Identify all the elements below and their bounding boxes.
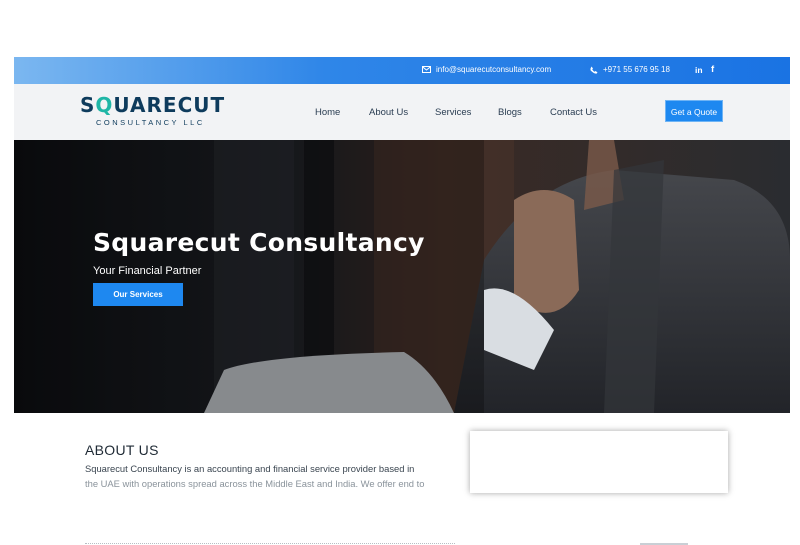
- nav-services[interactable]: Services: [435, 107, 471, 118]
- logo-letters-rest: UARECUT: [113, 93, 226, 117]
- email-link[interactable]: info@squarecutconsultancy.com: [422, 65, 551, 74]
- phone-text: +971 55 676 95 18: [603, 65, 670, 74]
- email-text: info@squarecutconsultancy.com: [436, 65, 552, 74]
- hero-banner: Squarecut Consultancy Your Financial Par…: [14, 140, 790, 413]
- our-services-button[interactable]: Our Services: [93, 283, 183, 306]
- facebook-icon[interactable]: f: [711, 64, 714, 75]
- phone-link[interactable]: +971 55 676 95 18: [590, 65, 670, 74]
- about-image-card: [470, 431, 728, 493]
- nav-home[interactable]: Home: [315, 107, 340, 118]
- logo-letter-q: Q: [95, 93, 114, 117]
- linkedin-icon[interactable]: in: [695, 65, 703, 75]
- hero-title: Squarecut Consultancy: [93, 228, 425, 257]
- about-line-2: the UAE with operations spread across th…: [85, 477, 425, 489]
- top-contact-bar: info@squarecutconsultancy.com +971 55 67…: [14, 57, 790, 84]
- about-paragraph: Squarecut Consultancy is an accounting a…: [85, 462, 457, 491]
- brand-logo[interactable]: S Q UARECUT CONSULTANCY LLC: [80, 95, 225, 127]
- nav-blogs[interactable]: Blogs: [498, 107, 522, 118]
- get-a-quote-button[interactable]: Get a Quote: [665, 100, 723, 122]
- logo-letter-s: S: [80, 93, 96, 117]
- nav-about-us[interactable]: About Us: [369, 107, 408, 118]
- about-heading: ABOUT US: [85, 442, 159, 458]
- website-frame: info@squarecutconsultancy.com +971 55 67…: [14, 57, 790, 413]
- nav-contact-us[interactable]: Contact Us: [550, 107, 597, 118]
- logo-wordmark: S Q UARECUT: [80, 95, 225, 115]
- about-line-1: Squarecut Consultancy is an accounting a…: [85, 463, 415, 474]
- phone-icon: [590, 66, 598, 74]
- logo-subtitle: CONSULTANCY LLC: [96, 118, 205, 127]
- mail-icon: [422, 66, 431, 73]
- hero-subtitle: Your Financial Partner: [93, 265, 202, 277]
- main-navbar: S Q UARECUT CONSULTANCY LLC Home About Us …: [14, 84, 790, 140]
